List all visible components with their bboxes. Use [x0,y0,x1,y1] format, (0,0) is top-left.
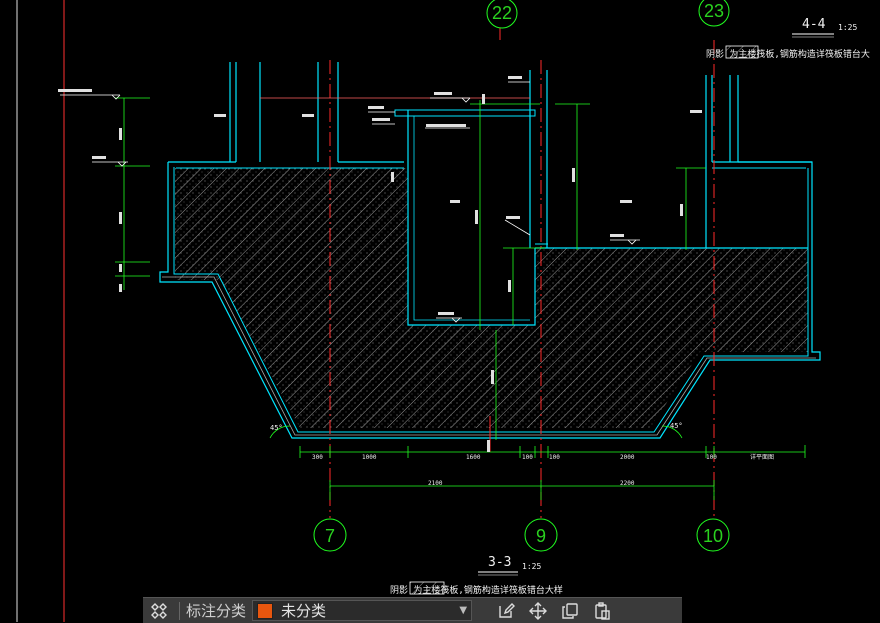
cluster-icon[interactable] [143,598,175,623]
dim-text: 1600 [466,454,481,461]
category-label: 标注分类 [186,602,247,620]
axis-bubble-10[interactable]: 10 [696,518,730,552]
dim-text: 1000 [362,454,377,461]
axis-label: 9 [536,526,546,546]
axis-label: 22 [492,3,512,23]
paste-icon[interactable] [586,598,618,623]
edit-icon[interactable] [490,598,522,623]
bottom-dim-row1: 300 1000 1600 100 100 2000 100 详平面图 [312,453,774,461]
dim-text: 100 [549,454,560,461]
axis-bubble-7[interactable]: 7 [313,518,347,552]
category-select[interactable]: 未分类 ▼ [252,600,473,621]
axis-bubble-22[interactable]: 22 [486,0,518,29]
category-color-swatch [257,602,274,619]
note-bottom: 阴影 为主楼筏板,钢筋构造详筏板错台大样 [390,581,563,596]
dim-text: 详平面图 [750,453,774,461]
chevron-down-icon: ▼ [459,605,468,616]
toolbar-divider [179,601,180,620]
dim-text: 2200 [620,480,635,487]
section-title-3-3: 3-3 1:25 [478,555,541,576]
dim-text: 100 [522,454,533,461]
axis-bubble-23[interactable]: 23 [698,0,730,27]
toolbar-actions [490,598,618,623]
annotation-toolbar: 标注分类 未分类 ▼ [143,597,682,623]
slope-label-right: 45° [670,422,683,430]
move-icon[interactable] [522,598,554,623]
section-scale: 1:25 [522,562,541,571]
raft-concrete-texture [175,168,808,428]
axis-label: 10 [703,526,723,546]
axis-bubble-9[interactable]: 9 [524,518,558,552]
section-label: 3-3 [488,555,511,570]
axis-label: 23 [704,1,724,21]
dim-text: 2000 [620,454,635,461]
category-selected-value: 未分类 [281,602,327,620]
copy-icon[interactable] [554,598,586,623]
dim-text: 300 [312,454,323,461]
note-text: 阴影 为主楼筏板,钢筋构造详筏板错台大 [706,48,870,60]
section-label: 4-4 [802,17,826,32]
slope-label-left: 45° [270,424,283,432]
section-scale: 1:25 [838,23,857,32]
section-title-4-4: 4-4 1:25 [792,17,857,38]
cad-drawing-canvas[interactable]: 45° 45° 300 1000 1600 100 100 2000 100 详… [0,0,880,622]
note-text: 阴影 为主楼筏板,钢筋构造详筏板错台大样 [390,584,563,596]
axis-label: 7 [325,526,335,546]
note-top: 阴影 为主楼筏板,钢筋构造详筏板错台大 [706,45,870,60]
dim-text: 100 [706,454,717,461]
pit-top-slab [394,109,536,117]
dim-text: 2100 [428,480,443,487]
